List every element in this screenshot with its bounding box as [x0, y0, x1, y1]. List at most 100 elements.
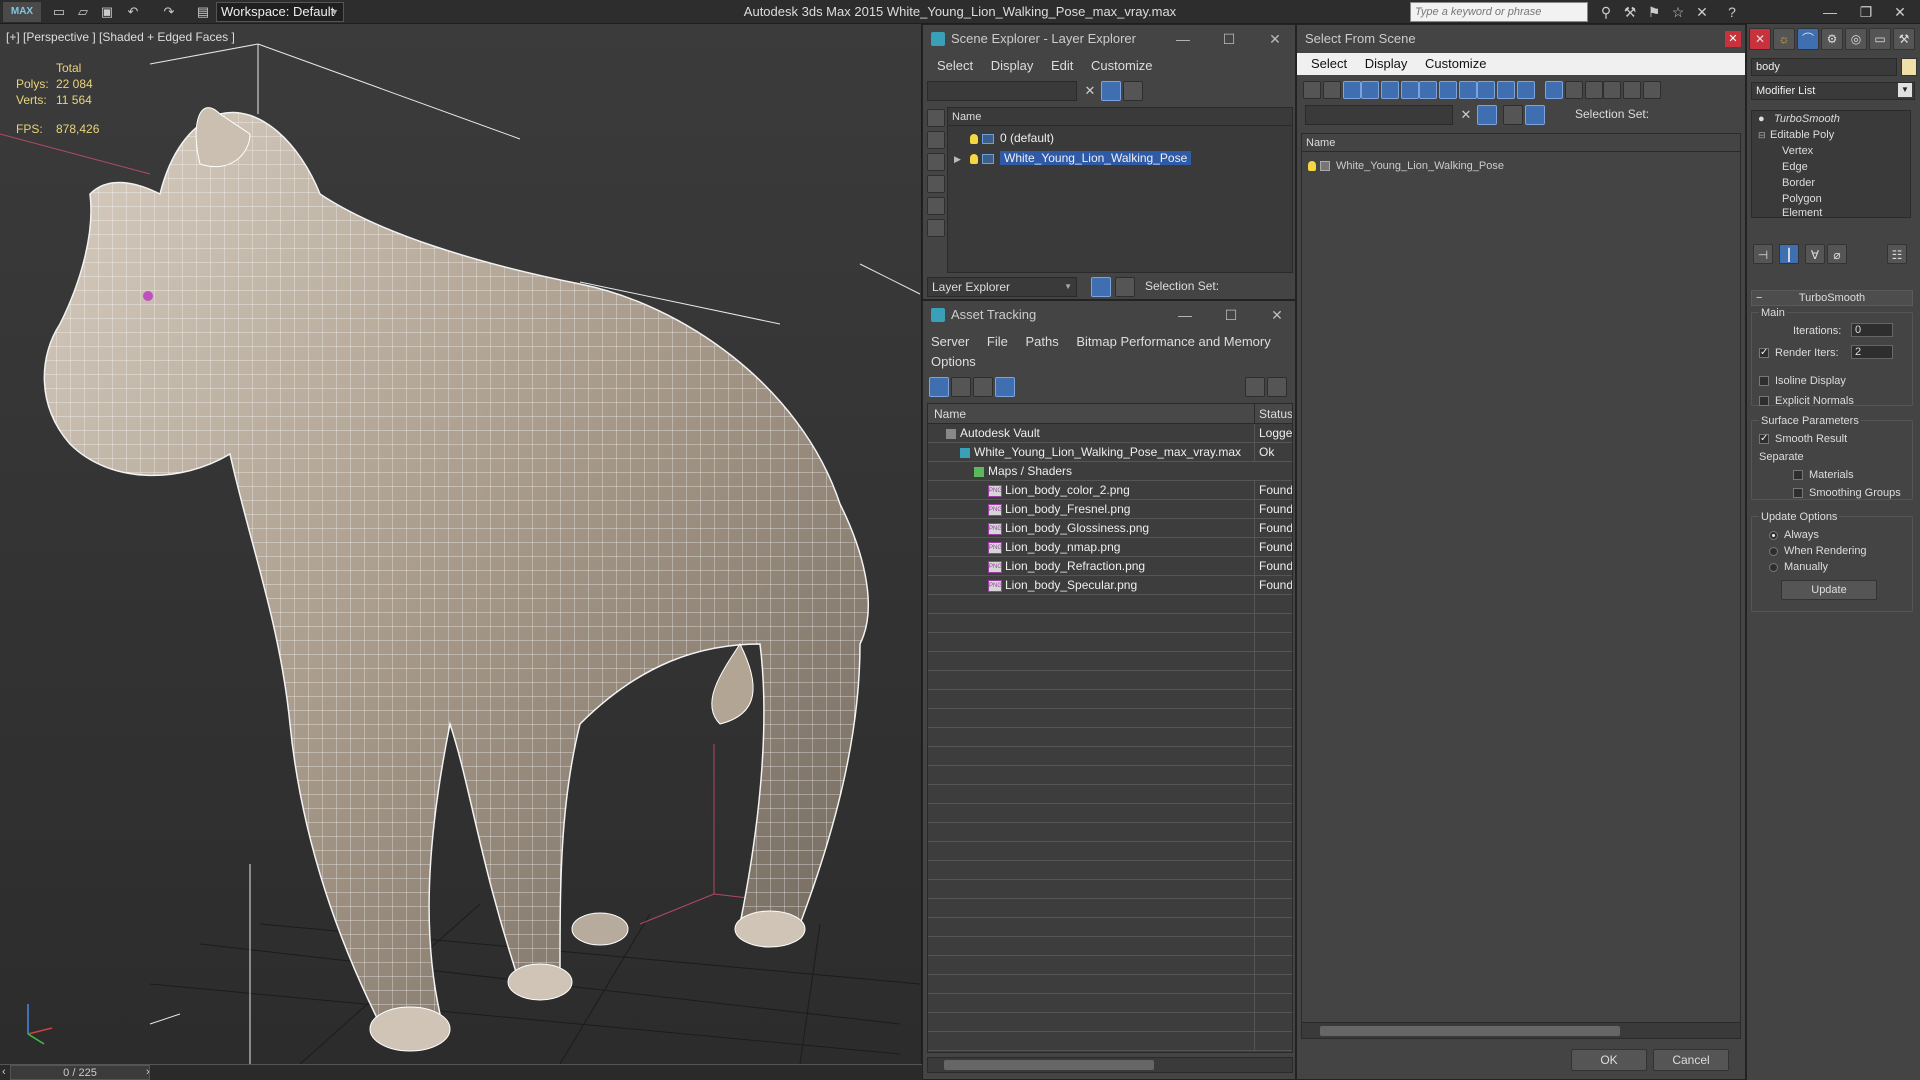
- checkbox-icon[interactable]: [1759, 346, 1769, 360]
- name-column-header[interactable]: Name: [934, 404, 966, 424]
- checkbox-icon[interactable]: [1759, 396, 1769, 407]
- status-column-header[interactable]: Status: [1254, 404, 1292, 424]
- favorites-star-icon[interactable]: ☆: [1668, 3, 1688, 21]
- asset-row[interactable]: PNG Lion_body_Fresnel.png Found: [928, 500, 1292, 519]
- settings-icon[interactable]: [1267, 377, 1287, 397]
- menu-file[interactable]: File: [987, 334, 1008, 349]
- checkbox-icon[interactable]: [1793, 488, 1803, 499]
- name-column-header[interactable]: Name: [1302, 134, 1740, 152]
- materials-checkbox[interactable]: Materials: [1793, 468, 1854, 482]
- when-rendering-radio[interactable]: When Rendering: [1769, 544, 1867, 558]
- explorer-type-dropdown[interactable]: Layer Explorer ▼: [927, 277, 1077, 297]
- smooth-result-checkbox[interactable]: Smooth Result: [1759, 432, 1847, 446]
- display-spacewarps-icon[interactable]: [927, 219, 945, 237]
- close-icon[interactable]: ✕: [1725, 31, 1741, 47]
- viewport-label[interactable]: [+] [Perspective ] [Shaded + Edged Faces…: [6, 30, 235, 44]
- menu-customize[interactable]: Customize: [1091, 58, 1152, 73]
- stack-item-edge[interactable]: Edge: [1752, 159, 1912, 175]
- refresh-icon[interactable]: [929, 377, 949, 397]
- select-children-icon[interactable]: [1623, 81, 1641, 99]
- display-none-icon[interactable]: [1565, 81, 1583, 99]
- asset-row[interactable]: PNG Lion_body_Refraction.png Found: [928, 557, 1292, 576]
- layer-row-default[interactable]: 0 (default): [948, 128, 1292, 148]
- light-bulb-icon[interactable]: [970, 133, 978, 144]
- radio-icon[interactable]: [1769, 562, 1778, 572]
- checkbox-icon[interactable]: [1793, 470, 1803, 481]
- object-name-input[interactable]: body: [1751, 58, 1897, 76]
- asset-table[interactable]: Name Status Autodesk Vault Logged White_Yo…: [927, 403, 1293, 1053]
- light-bulb-icon[interactable]: [970, 153, 978, 164]
- close-button[interactable]: ✕: [1880, 2, 1920, 22]
- menu-options[interactable]: Options: [931, 354, 976, 369]
- turbosmooth-rollout-header[interactable]: − TurboSmooth: [1751, 290, 1913, 306]
- scrollbar-thumb[interactable]: [944, 1060, 1154, 1070]
- stack-item-element[interactable]: Element: [1752, 207, 1912, 219]
- display-lights-icon[interactable]: [927, 153, 945, 171]
- asset-row[interactable]: PNG Lion_body_nmap.png Found: [928, 538, 1292, 557]
- display-groups-icon[interactable]: [1419, 81, 1437, 99]
- display-bones-icon[interactable]: [1459, 81, 1477, 99]
- asset-row[interactable]: White_Young_Lion_Walking_Pose_max_vray.m…: [928, 443, 1292, 462]
- menu-select[interactable]: Select: [1311, 56, 1347, 71]
- asset-horizontal-scrollbar[interactable]: [927, 1057, 1293, 1073]
- smoothing-groups-checkbox[interactable]: Smoothing Groups: [1793, 486, 1901, 500]
- display-cameras-icon[interactable]: [927, 175, 945, 193]
- close-icon[interactable]: ✕: [1265, 31, 1285, 48]
- layer-tree[interactable]: Name 0 (default) ▶ White_Young_Lion_Walki…: [947, 107, 1293, 273]
- collapse-icon[interactable]: ⊟: [1758, 127, 1766, 143]
- display-geometry-icon[interactable]: [927, 109, 945, 127]
- hierarchy-tab-icon[interactable]: ⚙: [1821, 28, 1843, 50]
- asset-row[interactable]: PNG Lion_body_Specular.png Found: [928, 576, 1292, 595]
- frame-counter[interactable]: 0 / 225: [10, 1065, 150, 1080]
- minimize-button[interactable]: —: [1810, 2, 1850, 22]
- pin-stack-icon[interactable]: ⊣: [1753, 244, 1773, 264]
- stack-item-turbosmooth[interactable]: ● TurboSmooth: [1752, 111, 1912, 127]
- iterations-spinner[interactable]: 0: [1851, 323, 1893, 337]
- display-helpers-icon[interactable]: [927, 197, 945, 215]
- hierarchy-icon[interactable]: [1115, 277, 1135, 297]
- minimize-icon[interactable]: —: [1175, 307, 1195, 323]
- render-iters-spinner[interactable]: 2: [1851, 345, 1893, 359]
- configure-sets-icon[interactable]: ☷: [1887, 244, 1907, 264]
- close-search-icon[interactable]: ✕: [1692, 3, 1712, 21]
- maximize-icon[interactable]: ☐: [1219, 31, 1239, 48]
- utilities-tab-icon[interactable]: ⚒: [1893, 28, 1915, 50]
- close-icon[interactable]: ✕: [1267, 307, 1287, 324]
- stack-item-polygon[interactable]: Polygon: [1752, 191, 1912, 207]
- asset-row[interactable]: Autodesk Vault Logged: [928, 424, 1292, 443]
- display-xrefs-icon[interactable]: [1439, 81, 1457, 99]
- display-frozen-icon[interactable]: [1497, 81, 1515, 99]
- radio-icon[interactable]: [1769, 530, 1778, 540]
- help-icon[interactable]: [1245, 377, 1265, 397]
- menu-server[interactable]: Server: [931, 334, 969, 349]
- menu-display[interactable]: Display: [991, 58, 1034, 73]
- display-tab-icon[interactable]: ▭: [1869, 28, 1891, 50]
- display-spacewarps-icon[interactable]: [1401, 81, 1419, 99]
- always-radio[interactable]: Always: [1769, 528, 1819, 542]
- subscription-icon[interactable]: ⚒: [1620, 3, 1640, 21]
- scrollbar-thumb[interactable]: [1320, 1026, 1620, 1036]
- display-helpers-icon[interactable]: [1381, 81, 1399, 99]
- modifier-list-dropdown[interactable]: Modifier List ▼: [1751, 82, 1915, 100]
- clear-find-icon[interactable]: ✕: [1457, 106, 1475, 124]
- filter-toggle-icon[interactable]: [1101, 81, 1121, 101]
- binoculars-icon[interactable]: ⚲: [1596, 3, 1616, 21]
- display-shapes-icon[interactable]: [1323, 81, 1341, 99]
- explicit-normals-checkbox[interactable]: Explicit Normals: [1759, 394, 1854, 408]
- stack-item-border[interactable]: Border: [1752, 175, 1912, 191]
- maximize-icon[interactable]: ☐: [1221, 307, 1241, 324]
- filter-toggle-icon[interactable]: [1477, 105, 1497, 125]
- object-color-swatch[interactable]: [1901, 58, 1917, 76]
- update-button[interactable]: Update: [1781, 580, 1877, 600]
- hierarchy-icon[interactable]: [1525, 105, 1545, 125]
- isoline-display-checkbox[interactable]: Isoline Display: [1759, 374, 1846, 388]
- object-list[interactable]: Name White_Young_Lion_Walking_Pose: [1301, 133, 1741, 1039]
- light-bulb-icon[interactable]: [1308, 161, 1316, 172]
- menu-display[interactable]: Display: [1365, 56, 1408, 71]
- asset-row[interactable]: Maps / Shaders: [928, 462, 1292, 481]
- checkbox-icon[interactable]: [1759, 376, 1769, 387]
- display-containers-icon[interactable]: [1477, 81, 1495, 99]
- display-geometry-icon[interactable]: [1303, 81, 1321, 99]
- modify-sun-icon[interactable]: ☼: [1773, 28, 1795, 50]
- menu-paths[interactable]: Paths: [1026, 334, 1059, 349]
